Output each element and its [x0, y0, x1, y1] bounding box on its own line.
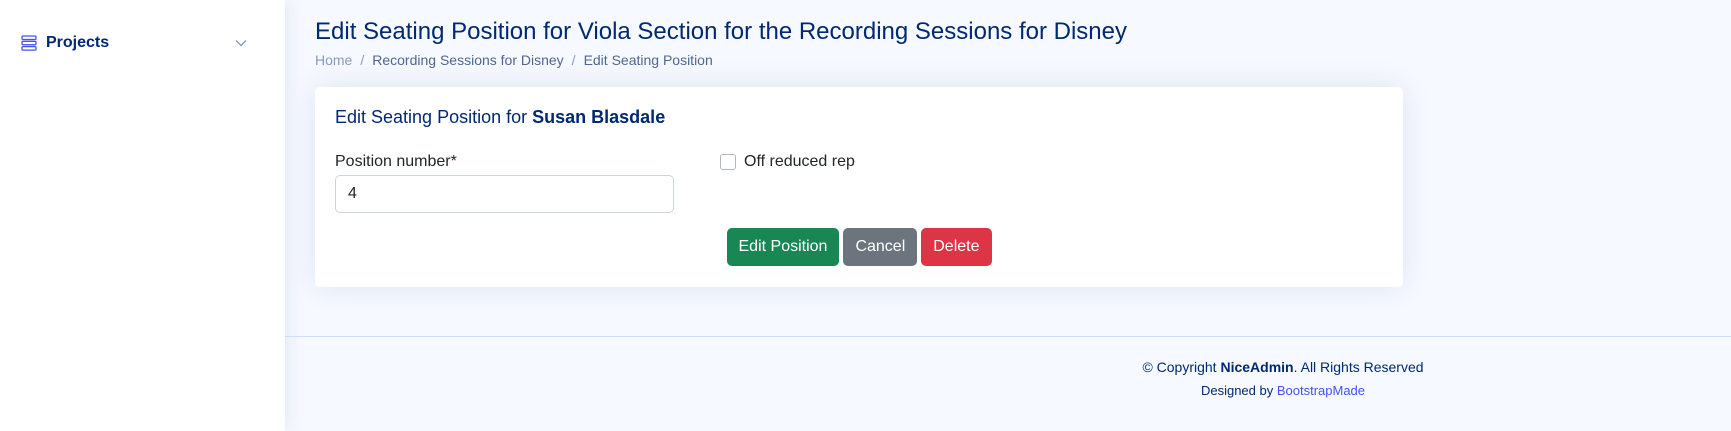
card-title: Edit Seating Position for Susan Blasdale: [335, 107, 665, 128]
breadcrumb-home[interactable]: Home: [315, 52, 352, 68]
delete-button[interactable]: Delete: [921, 228, 992, 266]
brand-name: NiceAdmin: [1220, 359, 1294, 375]
footer-credits: Designed by BootstrapMade: [285, 383, 1731, 398]
breadcrumb-project[interactable]: Recording Sessions for Disney: [372, 52, 563, 68]
chevron-down-icon[interactable]: [234, 36, 248, 50]
button-row: Edit Position Cancel Delete: [315, 228, 1403, 266]
footer-copyright: © Copyright NiceAdmin. All Rights Reserv…: [285, 359, 1731, 375]
card-title-prefix: Edit Seating Position for: [335, 107, 528, 127]
menu-list-icon: [20, 34, 38, 52]
sidebar-item-label: Projects: [46, 34, 110, 51]
position-number-input[interactable]: [335, 175, 674, 213]
off-reduced-rep-checkbox[interactable]: [720, 154, 736, 170]
off-reduced-rep-field: Off reduced rep: [720, 153, 855, 171]
breadcrumb-separator: /: [571, 52, 576, 68]
designed-by-text: Designed by: [1200, 383, 1274, 398]
breadcrumb-separator: /: [360, 52, 365, 68]
sidebar: Projects: [0, 0, 285, 431]
sidebar-item-projects[interactable]: Projects: [14, 26, 258, 60]
rights-text: . All Rights Reserved: [1293, 359, 1424, 375]
off-reduced-rep-label[interactable]: Off reduced rep: [744, 153, 855, 171]
main-content: Edit Seating Position for Viola Section …: [285, 0, 1731, 431]
edit-position-button[interactable]: Edit Position: [726, 228, 840, 266]
page-title: Edit Seating Position for Viola Section …: [315, 18, 1127, 45]
cancel-button[interactable]: Cancel: [843, 228, 918, 266]
musician-name: Susan Blasdale: [532, 107, 666, 127]
position-number-label: Position number*: [335, 153, 457, 170]
footer-divider: [285, 336, 1731, 337]
breadcrumb-current: Edit Seating Position: [583, 52, 713, 68]
copyright-text: © Copyright: [1142, 359, 1217, 375]
breadcrumb: Home / Recording Sessions for Disney / E…: [315, 52, 713, 68]
edit-position-card: Edit Seating Position for Susan Blasdale…: [315, 87, 1403, 287]
designer-link[interactable]: BootstrapMade: [1277, 383, 1365, 398]
